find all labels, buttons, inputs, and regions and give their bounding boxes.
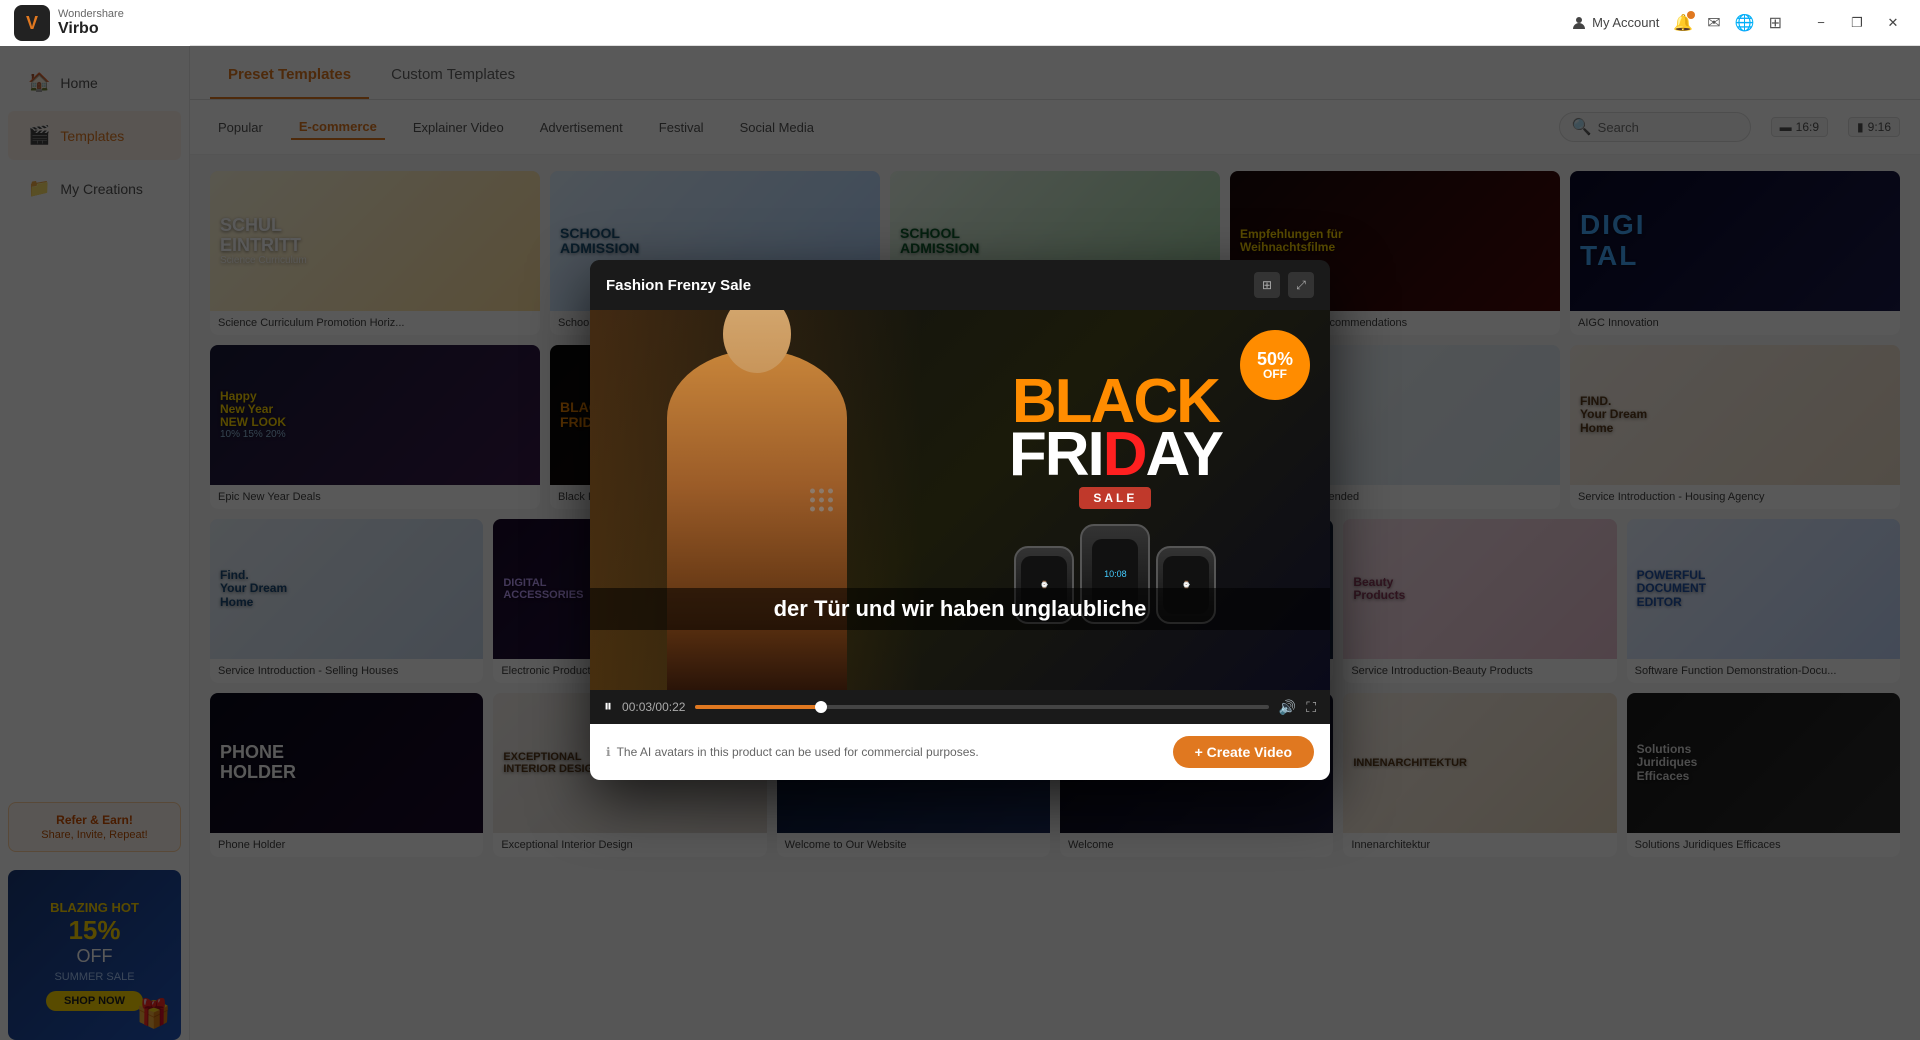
presenter-area bbox=[590, 310, 923, 690]
titlebar: V Wondershare Virbo My Account 🔔 ✉ 🌐 ⊞ −… bbox=[0, 0, 1920, 46]
titlebar-actions: My Account 🔔 ✉ 🌐 ⊞ − ❐ ✕ bbox=[1571, 13, 1908, 33]
ai-notice: ℹ The AI avatars in this product can be … bbox=[606, 745, 979, 759]
time-display: 00:03/00:22 bbox=[622, 700, 685, 714]
expand-button[interactable]: ⤢ bbox=[1288, 272, 1314, 298]
modal-title: Fashion Frenzy Sale bbox=[606, 277, 751, 294]
create-video-button[interactable]: + Create Video bbox=[1173, 736, 1314, 768]
badge-percent: 50% bbox=[1257, 350, 1293, 368]
video-preview: BLACK FRIDAY SALE ⌚ 10:08 ⌚ bbox=[590, 310, 1330, 690]
progress-bar[interactable] bbox=[695, 705, 1268, 709]
minimize-button[interactable]: − bbox=[1806, 13, 1836, 33]
progress-handle[interactable] bbox=[815, 701, 827, 713]
window-controls: − ❐ ✕ bbox=[1806, 13, 1908, 33]
logo-text: Wondershare Virbo bbox=[58, 8, 124, 38]
grid-icon[interactable]: ⊞ bbox=[1769, 13, 1782, 33]
badge-off: OFF bbox=[1263, 368, 1287, 380]
subtitle-text: der Tür und wir haben unglaubliche bbox=[774, 596, 1147, 621]
video-modal: Fashion Frenzy Sale ⊞ ⤢ BLACK bbox=[590, 260, 1330, 780]
decorative-dots bbox=[810, 489, 833, 512]
modal-header: Fashion Frenzy Sale ⊞ ⤢ bbox=[590, 260, 1330, 310]
modal-header-icons: ⊞ ⤢ bbox=[1254, 272, 1314, 298]
progress-fill bbox=[695, 705, 821, 709]
pause-button[interactable]: ⏸ bbox=[604, 698, 612, 716]
presenter-body bbox=[667, 350, 847, 690]
fullscreen-button[interactable]: ⛶ bbox=[1306, 699, 1316, 716]
language-icon[interactable]: 🌐 bbox=[1735, 13, 1755, 33]
my-account-button[interactable]: My Account bbox=[1571, 15, 1659, 31]
account-icon bbox=[1571, 15, 1587, 31]
ai-notice-text: The AI avatars in this product can be us… bbox=[617, 745, 979, 759]
presenter-head bbox=[723, 310, 791, 373]
mail-icon[interactable]: ✉ bbox=[1707, 13, 1720, 33]
video-controls: ⏸ 00:03/00:22 🔊 ⛶ bbox=[590, 690, 1330, 724]
restore-button[interactable]: ❐ bbox=[1842, 13, 1872, 33]
info-icon: ℹ bbox=[606, 745, 611, 759]
logo-icon: V bbox=[14, 5, 50, 41]
subtitle-bar: der Tür und wir haben unglaubliche bbox=[590, 588, 1330, 630]
discount-badge: 50% OFF bbox=[1240, 330, 1310, 400]
modal-overlay: Fashion Frenzy Sale ⊞ ⤢ BLACK bbox=[0, 0, 1920, 1040]
brand-name: Wondershare bbox=[58, 8, 124, 20]
pip-button[interactable]: ⊞ bbox=[1254, 272, 1280, 298]
volume-button[interactable]: 🔊 bbox=[1279, 699, 1296, 716]
app-logo: V Wondershare Virbo bbox=[0, 0, 190, 46]
close-button[interactable]: ✕ bbox=[1878, 13, 1908, 33]
notifications-icon[interactable]: 🔔 bbox=[1673, 13, 1693, 33]
sale-tag: SALE bbox=[1079, 487, 1151, 509]
video-friday-text: FRIDAY bbox=[1009, 429, 1222, 482]
brand-product: Virbo bbox=[58, 20, 124, 38]
modal-footer: ℹ The AI avatars in this product can be … bbox=[590, 724, 1330, 780]
